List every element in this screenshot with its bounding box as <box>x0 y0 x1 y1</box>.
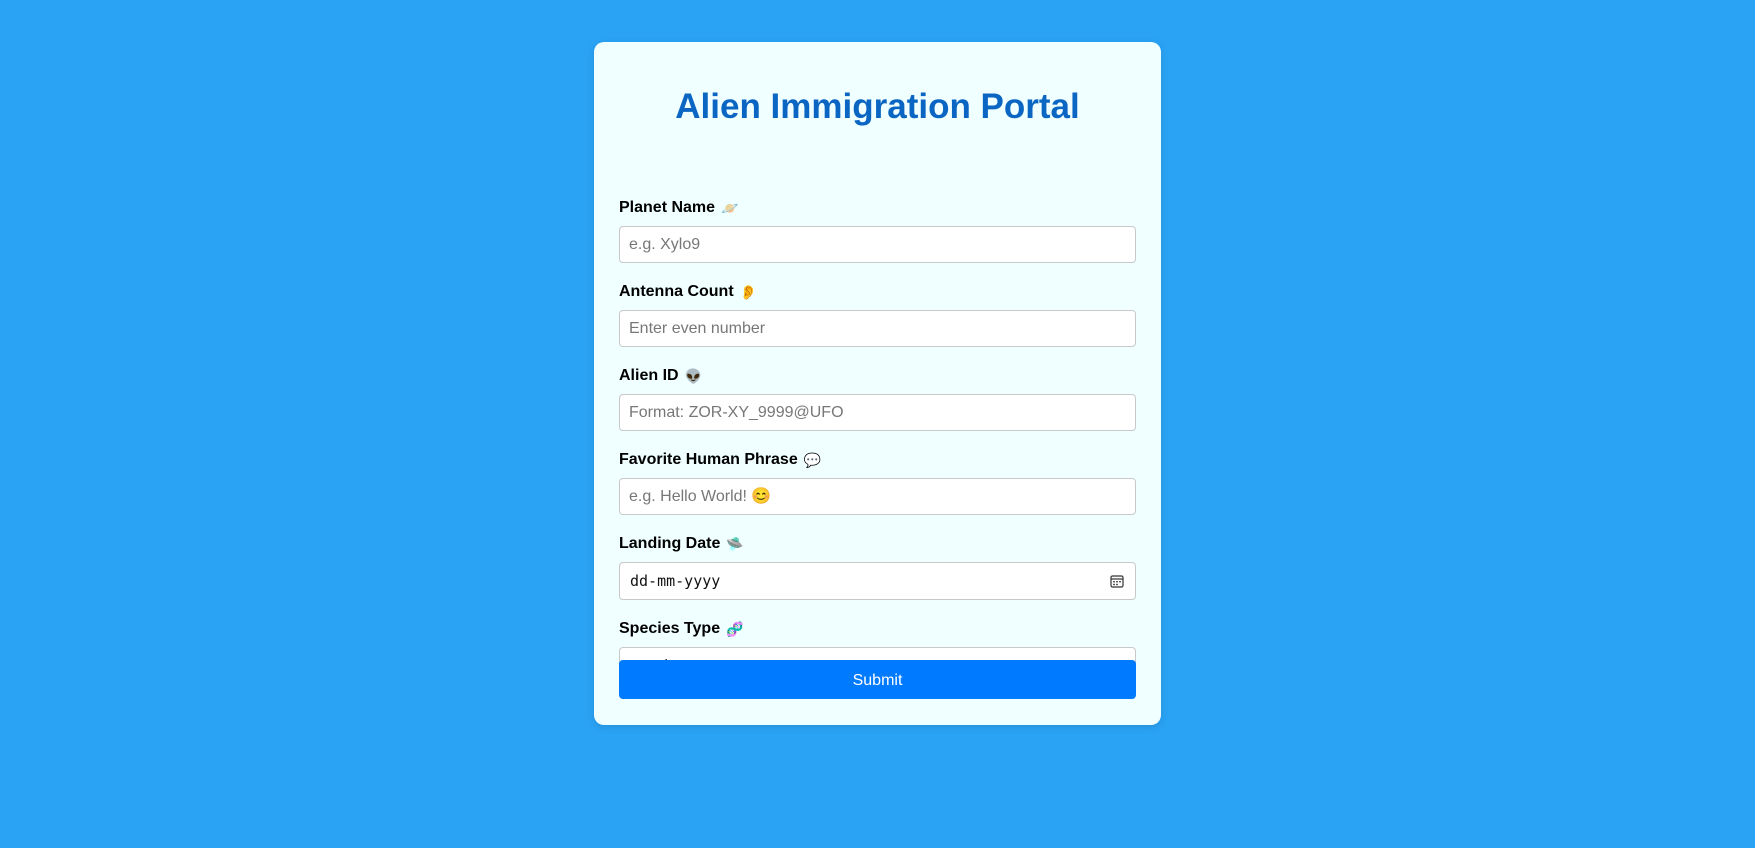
landing-date-label: Landing Date 🛸 <box>619 534 1136 554</box>
antenna-count-field: Antenna Count 👂 <box>619 282 1136 347</box>
submit-button[interactable]: Submit <box>619 660 1136 699</box>
planet-name-label: Planet Name 🪐 <box>619 198 1136 218</box>
landing-date-value: dd-mm-yyyy <box>630 572 721 590</box>
species-type-label-text: Species Type <box>619 620 721 638</box>
favorite-phrase-input[interactable] <box>619 478 1136 515</box>
planet-name-input[interactable] <box>619 226 1136 263</box>
planet-name-field: Planet Name 🪐 <box>619 198 1136 263</box>
species-icon: 🧬 <box>726 621 744 637</box>
landing-date-input[interactable]: dd-mm-yyyy <box>619 562 1136 600</box>
favorite-phrase-field: Favorite Human Phrase 💬 <box>619 450 1136 515</box>
antenna-count-input[interactable] <box>619 310 1136 347</box>
planet-icon: 🪐 <box>721 200 739 216</box>
favorite-phrase-label: Favorite Human Phrase 💬 <box>619 450 1136 470</box>
calendar-icon[interactable] <box>1110 574 1124 588</box>
antenna-count-label: Antenna Count 👂 <box>619 282 1136 302</box>
alien-id-label: Alien ID 👽 <box>619 366 1136 386</box>
favorite-phrase-label-text: Favorite Human Phrase <box>619 451 798 469</box>
species-type-label: Species Type 🧬 <box>619 619 1136 639</box>
alien-id-label-text: Alien ID <box>619 367 679 385</box>
speech-bubble-icon: 💬 <box>803 452 822 468</box>
alien-icon: 👽 <box>684 368 702 384</box>
alien-id-input[interactable] <box>619 394 1136 431</box>
landing-date-field: Landing Date 🛸 dd-mm-yyyy <box>619 534 1136 600</box>
ufo-icon: 🛸 <box>726 536 744 552</box>
planet-name-label-text: Planet Name <box>619 199 716 217</box>
landing-date-label-text: Landing Date <box>619 535 721 553</box>
alien-id-field: Alien ID 👽 <box>619 366 1136 431</box>
antenna-count-label-text: Antenna Count <box>619 283 734 301</box>
ear-icon: 👂 <box>739 284 758 300</box>
page-title: Alien Immigration Portal <box>675 87 1080 126</box>
immigration-form-card: Alien Immigration Portal Planet Name 🪐 An… <box>594 42 1161 725</box>
